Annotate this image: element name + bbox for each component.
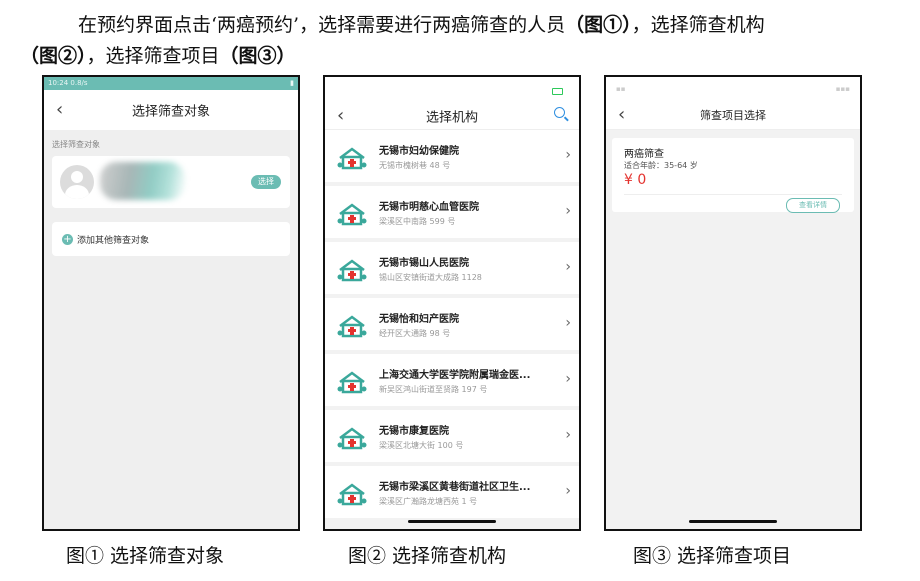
chevron-right-icon: › (565, 315, 571, 331)
institution-address: 梁溪区北塘大街 100 号 (379, 441, 464, 450)
divider (624, 194, 842, 195)
institution-name: 无锡市妇幼保健院 (379, 146, 459, 157)
chevron-right-icon: › (565, 147, 571, 163)
select-button[interactable]: 选择 (251, 175, 281, 189)
battery-icon: ▮ (290, 79, 294, 87)
institution-row[interactable]: 无锡市梁溪区黄巷街道社区卫生... 梁溪区广瀚路龙塘西苑 1 号 › (325, 466, 579, 518)
para-ref-fig3: （图③） (219, 45, 296, 67)
chevron-right-icon: › (565, 427, 571, 443)
item-age: 适合年龄：35-64 岁 (624, 161, 698, 170)
screenshot-select-institution: ‹ 选择机构 无锡市妇幼保健院 无锡市槐树巷 48 号 › 无锡市明慈心血管医院 梁溪区… (323, 75, 581, 531)
institution-address: 梁溪区广瀚路龙塘西苑 1 号 (379, 497, 478, 506)
institution-name: 上海交通大学医学院附属瑞金医... (379, 370, 531, 381)
para-text-c: ，选择筛查机构 (631, 14, 765, 36)
caption-fig1: 图① 选择筛查对象 (66, 545, 225, 567)
home-indicator (689, 520, 777, 523)
para-text-e: ，选择筛查项目 (86, 45, 220, 67)
hospital-icon (337, 426, 367, 450)
instruction-paragraph: 在预约界面点击‘两癌预约’，选择需要进行两癌筛查的人员（图①），选择筛查机构 （… (20, 10, 900, 72)
caption-fig2: 图② 选择筛查机构 (348, 545, 507, 567)
item-price: ¥ 0 (624, 172, 647, 188)
person-card[interactable]: 选择 (52, 156, 290, 208)
status-bar: 10:24 0.8/s ▮ (44, 77, 298, 90)
add-person-button[interactable]: + 添加其他筛查对象 (52, 222, 290, 256)
add-person-label: 添加其他筛查对象 (77, 235, 150, 246)
search-icon[interactable] (554, 107, 565, 118)
plus-icon: + (62, 233, 73, 245)
institution-row[interactable]: 无锡怡和妇产医院 经开区大通路 98 号 › (325, 298, 579, 350)
institution-address: 锡山区安镇街道大成路 1128 (379, 273, 482, 282)
avatar-icon (60, 165, 94, 199)
page-title: 筛查项目选择 (700, 109, 766, 122)
hospital-icon (337, 146, 367, 170)
para-text-a: 在预约界面点击‘两癌预约’，选择需要进行两癌筛查的人员 (78, 14, 566, 36)
page-title: 选择筛查对象 (131, 104, 210, 120)
chevron-right-icon: › (565, 483, 571, 499)
chevron-right-icon: › (565, 203, 571, 219)
institution-row[interactable]: 无锡市妇幼保健院 无锡市槐树巷 48 号 › (325, 130, 579, 182)
caption-fig3: 图③ 选择筛查项目 (633, 545, 792, 567)
blurred-name (100, 162, 185, 200)
institution-address: 新吴区鸿山街道至贤路 197 号 (379, 385, 488, 394)
institution-name: 无锡市锡山人民医院 (379, 258, 469, 269)
status-time: 10:24 (48, 79, 69, 87)
screenshot-select-person: 10:24 0.8/s ▮ ‹ 选择筛查对象 选择筛查对象 选择 + 添加其他筛… (42, 75, 300, 531)
view-detail-button[interactable]: 查看详情 (786, 198, 840, 213)
home-indicator (408, 520, 496, 523)
institution-row[interactable]: 无锡市明慈心血管医院 梁溪区中南路 599 号 › (325, 186, 579, 238)
institution-name: 无锡怡和妇产医院 (379, 314, 459, 325)
chevron-right-icon: › (565, 371, 571, 387)
hospital-icon (337, 482, 367, 506)
institution-address: 梁溪区中南路 599 号 (379, 217, 456, 226)
page-title: 选择机构 (425, 110, 478, 126)
institution-address: 无锡市槐树巷 48 号 (379, 161, 451, 170)
institution-row[interactable]: 无锡市康复医院梁溪区北塘大街 100 号 › (325, 410, 579, 462)
chevron-right-icon: › (565, 259, 571, 275)
hospital-icon (337, 314, 367, 338)
institution-address: 经开区大通路 98 号 (379, 329, 451, 338)
screenshot-select-item: ▪▪ ▪▪▪ ‹ 筛查项目选择 两癌筛查 适合年龄：35-64 岁 ¥ 0 查看详… (604, 75, 862, 531)
para-ref-fig2: （图②） (20, 45, 87, 67)
status-net: 0.8/s (70, 79, 88, 87)
hospital-icon (337, 370, 367, 394)
institution-row[interactable]: 无锡市锡山人民医院锡山区安镇街道大成路 1128 › (325, 242, 579, 294)
nav-bar: ‹ 选择筛查对象 (44, 90, 298, 130)
institution-row[interactable]: 上海交通大学医学院附属瑞金医... 新吴区鸿山街道至贤路 197 号 › (325, 354, 579, 406)
nav-bar: ‹ 选择机构 (325, 103, 579, 130)
institution-name: 无锡市康复医院 (379, 426, 449, 437)
nav-bar: ‹ 筛查项目选择 (606, 101, 860, 130)
status-bar (325, 77, 579, 103)
hospital-icon (337, 258, 367, 282)
screening-item-card[interactable]: 两癌筛查 适合年龄：35-64 岁 ¥ 0 查看详情 (612, 138, 854, 213)
institution-name: 无锡市梁溪区黄巷街道社区卫生... (379, 482, 531, 493)
para-ref-fig1: （图①） (565, 14, 632, 36)
section-label: 选择筛查对象 (52, 140, 100, 149)
institution-list: 无锡市妇幼保健院 无锡市槐树巷 48 号 › 无锡市明慈心血管医院 梁溪区中南路 599… (325, 130, 579, 518)
battery-icon (552, 88, 563, 95)
item-name: 两癌筛查 (624, 149, 664, 160)
institution-name: 无锡市明慈心血管医院 (379, 202, 479, 213)
hospital-icon (337, 202, 367, 226)
status-bar: ▪▪ ▪▪▪ (606, 77, 860, 101)
